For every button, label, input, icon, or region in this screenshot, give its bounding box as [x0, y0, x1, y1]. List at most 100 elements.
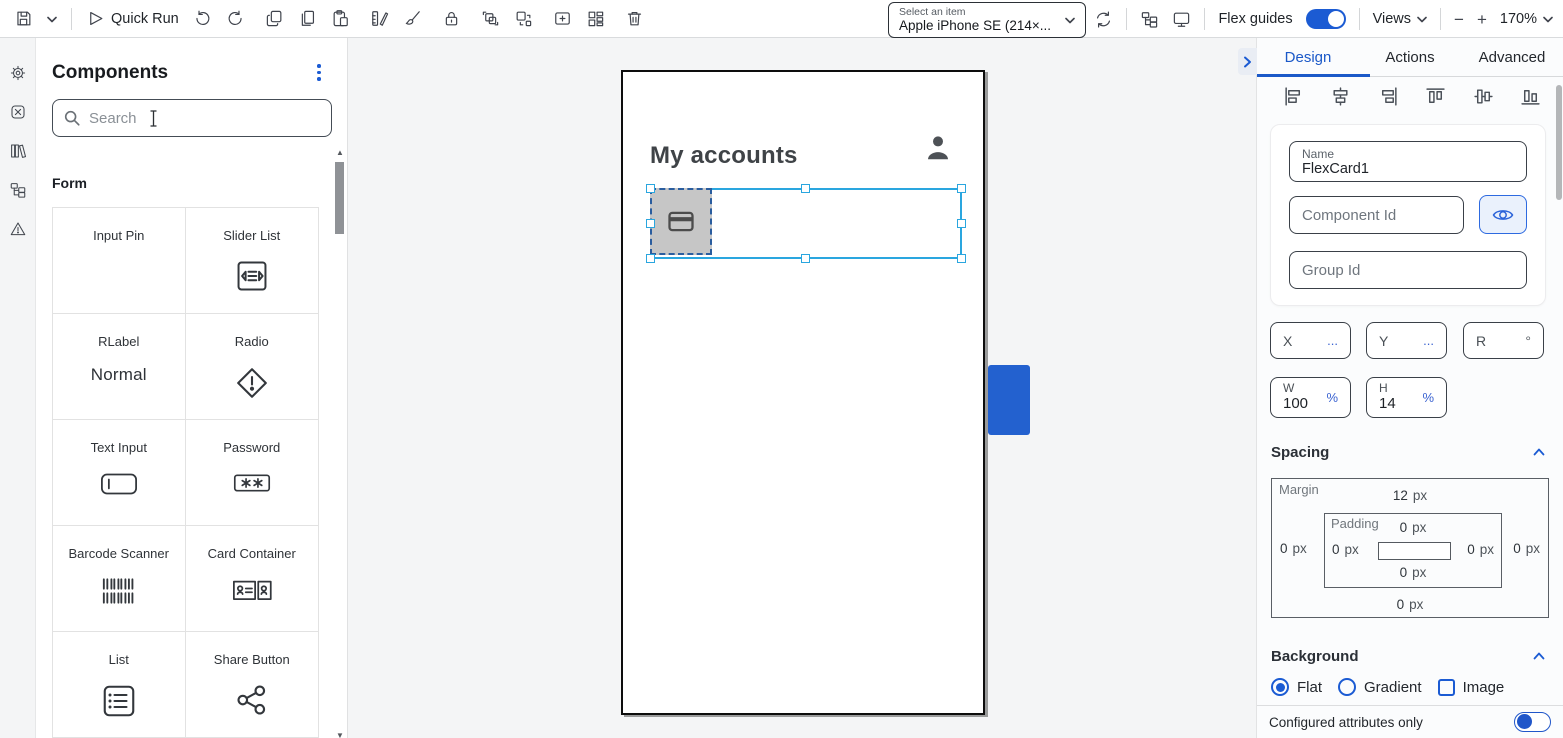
- spacing-collapse-icon[interactable]: [1533, 448, 1545, 456]
- component-share-button[interactable]: Share Button: [186, 632, 319, 738]
- width-field[interactable]: W 100 %: [1270, 377, 1351, 418]
- preview-monitor-icon[interactable]: [1172, 10, 1191, 29]
- margin-bottom-value[interactable]: 0px: [1397, 597, 1424, 612]
- align-left-icon[interactable]: [1283, 86, 1304, 107]
- margin-left-value[interactable]: 0px: [1280, 541, 1307, 556]
- x-more[interactable]: ...: [1327, 333, 1338, 348]
- component-input-pin[interactable]: Input Pin: [53, 208, 186, 314]
- zoom-level-dropdown[interactable]: 170%: [1500, 11, 1553, 27]
- views-dropdown[interactable]: Views: [1373, 11, 1427, 27]
- resize-handle-se[interactable]: [957, 254, 966, 263]
- align-center-horizontal-icon[interactable]: [1330, 86, 1351, 107]
- search-input[interactable]: [89, 110, 321, 127]
- ungroup-icon[interactable]: [514, 9, 533, 28]
- x-position-field[interactable]: X ...: [1270, 322, 1351, 359]
- add-frame-icon[interactable]: [553, 9, 572, 28]
- components-menu-kebab-icon[interactable]: [317, 64, 321, 81]
- component-list[interactable]: List: [53, 632, 186, 738]
- component-id-field: [1289, 196, 1464, 234]
- panel-collapse-button[interactable]: [1238, 48, 1257, 75]
- y-more[interactable]: ...: [1423, 333, 1434, 348]
- y-position-field[interactable]: Y ...: [1366, 322, 1447, 359]
- resize-handle-n[interactable]: [801, 184, 810, 193]
- padding-bottom-value[interactable]: 0px: [1400, 565, 1427, 580]
- margin-right-value[interactable]: 0px: [1513, 541, 1540, 556]
- tab-advanced[interactable]: Advanced: [1461, 38, 1563, 76]
- tab-design[interactable]: Design: [1257, 38, 1359, 76]
- component-password[interactable]: Password: [186, 420, 319, 526]
- quick-run-button[interactable]: Quick Run: [86, 9, 179, 28]
- scroll-up-icon[interactable]: ▲: [336, 148, 344, 157]
- paste-icon[interactable]: [331, 9, 350, 28]
- resize-handle-ne[interactable]: [957, 184, 966, 193]
- component-rlabel[interactable]: RLabel Normal: [53, 314, 186, 420]
- scroll-down-icon[interactable]: ▼: [336, 731, 344, 738]
- component-slider-list[interactable]: Slider List: [186, 208, 319, 314]
- selected-element-outline[interactable]: [650, 188, 962, 259]
- flexcard-designer: Quick Run: [0, 0, 1563, 738]
- library-books-icon[interactable]: [9, 142, 27, 165]
- component-radio[interactable]: Radio: [186, 314, 319, 420]
- background-collapse-icon[interactable]: [1533, 652, 1545, 660]
- image-checkbox[interactable]: [1438, 679, 1455, 696]
- redo-icon[interactable]: [226, 9, 245, 28]
- align-top-icon[interactable]: [1425, 86, 1446, 107]
- resize-handle-w[interactable]: [646, 219, 655, 228]
- components-scrollbar[interactable]: ▲ ▼: [335, 148, 345, 736]
- zoom-out-button[interactable]: −: [1454, 11, 1464, 28]
- style-design-icon[interactable]: [370, 9, 389, 28]
- undo-icon[interactable]: [193, 9, 212, 28]
- layout-blocks-icon[interactable]: [586, 9, 605, 28]
- inspector-scrollbar-thumb[interactable]: [1556, 85, 1562, 200]
- resize-handle-s[interactable]: [801, 254, 810, 263]
- component-card-container[interactable]: Card Container: [186, 526, 319, 632]
- configured-attributes-toggle[interactable]: [1514, 712, 1551, 732]
- group-icon[interactable]: [481, 9, 500, 28]
- component-barcode-scanner[interactable]: Barcode Scanner: [53, 526, 186, 632]
- padding-top-value[interactable]: 0px: [1400, 520, 1427, 535]
- save-menu-chevron-icon[interactable]: [47, 10, 57, 28]
- padding-right-value[interactable]: 0px: [1467, 542, 1494, 557]
- canvas-blue-block[interactable]: [988, 365, 1030, 435]
- rotation-field[interactable]: R °: [1463, 322, 1544, 359]
- spacing-center-input[interactable]: [1378, 542, 1451, 560]
- resize-handle-nw[interactable]: [646, 184, 655, 193]
- visibility-button[interactable]: [1479, 195, 1527, 234]
- gradient-radio[interactable]: [1338, 678, 1356, 696]
- brush-icon[interactable]: [403, 9, 422, 28]
- actions-icon[interactable]: [9, 103, 27, 126]
- phone-canvas[interactable]: My accounts: [621, 70, 985, 715]
- group-id-input[interactable]: [1290, 252, 1526, 288]
- height-field[interactable]: H 14 %: [1366, 377, 1447, 418]
- resize-handle-sw[interactable]: [646, 254, 655, 263]
- delete-icon[interactable]: [625, 9, 644, 28]
- hierarchy-icon[interactable]: [9, 181, 27, 204]
- flex-guides-toggle[interactable]: [1306, 9, 1346, 29]
- profile-person-icon[interactable]: [925, 134, 951, 164]
- component-text-input[interactable]: Text Input: [53, 420, 186, 526]
- duplicate-icon[interactable]: [298, 9, 317, 28]
- component-id-input[interactable]: [1290, 197, 1463, 233]
- refresh-icon[interactable]: [1094, 10, 1113, 29]
- warning-icon[interactable]: [9, 220, 27, 243]
- components-scrollbar-thumb[interactable]: [335, 162, 344, 234]
- save-icon[interactable]: [14, 9, 33, 28]
- settings-gear-icon[interactable]: [9, 64, 27, 87]
- padding-left-value[interactable]: 0px: [1332, 542, 1359, 557]
- tab-actions[interactable]: Actions: [1359, 38, 1461, 76]
- align-center-vertical-icon[interactable]: [1473, 86, 1494, 107]
- copy-icon[interactable]: [265, 9, 284, 28]
- align-right-icon[interactable]: [1378, 86, 1399, 107]
- device-selector[interactable]: Select an item Apple iPhone SE (214×...: [888, 2, 1086, 38]
- resize-handle-e[interactable]: [957, 219, 966, 228]
- list-icon: [101, 683, 137, 719]
- screen-title[interactable]: My accounts: [650, 142, 798, 170]
- margin-top-value[interactable]: 12px: [1393, 488, 1427, 503]
- zoom-in-button[interactable]: +: [1477, 11, 1487, 28]
- tree-view-icon[interactable]: [1140, 10, 1159, 29]
- align-bottom-icon[interactable]: [1520, 86, 1541, 107]
- name-field[interactable]: Name FlexCard1: [1289, 141, 1527, 182]
- lock-icon[interactable]: [442, 9, 461, 28]
- flat-radio[interactable]: [1271, 678, 1289, 696]
- selected-credit-card-field[interactable]: [650, 188, 712, 255]
